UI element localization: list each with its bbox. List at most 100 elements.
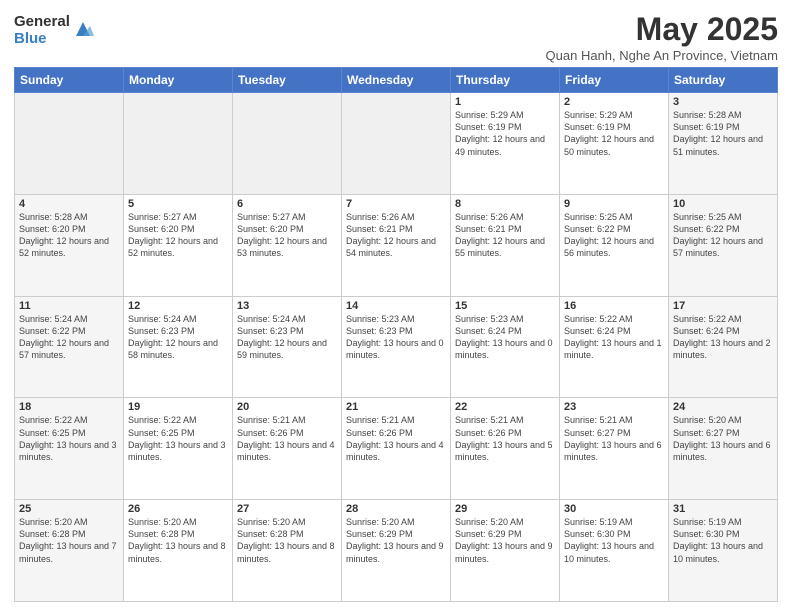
day-number: 17 xyxy=(673,300,773,312)
subtitle: Quan Hanh, Nghe An Province, Vietnam xyxy=(546,48,778,63)
table-row: 29Sunrise: 5:20 AMSunset: 6:29 PMDayligh… xyxy=(451,500,560,602)
day-number: 15 xyxy=(455,300,555,312)
table-row: 12Sunrise: 5:24 AMSunset: 6:23 PMDayligh… xyxy=(124,296,233,398)
calendar-week-row: 4Sunrise: 5:28 AMSunset: 6:20 PMDaylight… xyxy=(15,194,778,296)
day-number: 31 xyxy=(673,503,773,515)
day-info: Sunrise: 5:25 AMSunset: 6:22 PMDaylight:… xyxy=(564,211,664,260)
day-info: Sunrise: 5:19 AMSunset: 6:30 PMDaylight:… xyxy=(564,516,664,565)
day-number: 21 xyxy=(346,401,446,413)
day-info: Sunrise: 5:22 AMSunset: 6:24 PMDaylight:… xyxy=(564,313,664,362)
col-tuesday: Tuesday xyxy=(233,68,342,93)
logo-general: General xyxy=(14,14,70,31)
day-number: 26 xyxy=(128,503,228,515)
title-block: May 2025 Quan Hanh, Nghe An Province, Vi… xyxy=(546,12,778,63)
table-row: 28Sunrise: 5:20 AMSunset: 6:29 PMDayligh… xyxy=(342,500,451,602)
table-row: 2Sunrise: 5:29 AMSunset: 6:19 PMDaylight… xyxy=(560,93,669,195)
col-thursday: Thursday xyxy=(451,68,560,93)
table-row: 22Sunrise: 5:21 AMSunset: 6:26 PMDayligh… xyxy=(451,398,560,500)
table-row xyxy=(15,93,124,195)
day-info: Sunrise: 5:21 AMSunset: 6:27 PMDaylight:… xyxy=(564,414,664,463)
logo-blue: Blue xyxy=(14,31,70,48)
col-friday: Friday xyxy=(560,68,669,93)
day-info: Sunrise: 5:29 AMSunset: 6:19 PMDaylight:… xyxy=(564,109,664,158)
day-number: 20 xyxy=(237,401,337,413)
table-row: 1Sunrise: 5:29 AMSunset: 6:19 PMDaylight… xyxy=(451,93,560,195)
logo: General Blue xyxy=(14,14,94,47)
day-number: 25 xyxy=(19,503,119,515)
day-number: 23 xyxy=(564,401,664,413)
table-row xyxy=(124,93,233,195)
table-row: 8Sunrise: 5:26 AMSunset: 6:21 PMDaylight… xyxy=(451,194,560,296)
table-row xyxy=(342,93,451,195)
day-number: 11 xyxy=(19,300,119,312)
page: General Blue May 2025 Quan Hanh, Nghe An… xyxy=(0,0,792,612)
day-number: 18 xyxy=(19,401,119,413)
col-sunday: Sunday xyxy=(15,68,124,93)
table-row: 27Sunrise: 5:20 AMSunset: 6:28 PMDayligh… xyxy=(233,500,342,602)
logo-icon xyxy=(72,18,94,40)
day-number: 22 xyxy=(455,401,555,413)
day-info: Sunrise: 5:22 AMSunset: 6:24 PMDaylight:… xyxy=(673,313,773,362)
calendar-week-row: 11Sunrise: 5:24 AMSunset: 6:22 PMDayligh… xyxy=(15,296,778,398)
day-info: Sunrise: 5:21 AMSunset: 6:26 PMDaylight:… xyxy=(346,414,446,463)
day-info: Sunrise: 5:24 AMSunset: 6:23 PMDaylight:… xyxy=(237,313,337,362)
day-info: Sunrise: 5:24 AMSunset: 6:22 PMDaylight:… xyxy=(19,313,119,362)
table-row: 16Sunrise: 5:22 AMSunset: 6:24 PMDayligh… xyxy=(560,296,669,398)
table-row: 9Sunrise: 5:25 AMSunset: 6:22 PMDaylight… xyxy=(560,194,669,296)
day-info: Sunrise: 5:23 AMSunset: 6:23 PMDaylight:… xyxy=(346,313,446,362)
day-number: 14 xyxy=(346,300,446,312)
day-info: Sunrise: 5:29 AMSunset: 6:19 PMDaylight:… xyxy=(455,109,555,158)
day-number: 8 xyxy=(455,198,555,210)
day-info: Sunrise: 5:21 AMSunset: 6:26 PMDaylight:… xyxy=(455,414,555,463)
table-row: 6Sunrise: 5:27 AMSunset: 6:20 PMDaylight… xyxy=(233,194,342,296)
calendar-week-row: 1Sunrise: 5:29 AMSunset: 6:19 PMDaylight… xyxy=(15,93,778,195)
table-row: 24Sunrise: 5:20 AMSunset: 6:27 PMDayligh… xyxy=(669,398,778,500)
table-row: 3Sunrise: 5:28 AMSunset: 6:19 PMDaylight… xyxy=(669,93,778,195)
day-number: 7 xyxy=(346,198,446,210)
day-info: Sunrise: 5:20 AMSunset: 6:29 PMDaylight:… xyxy=(346,516,446,565)
day-number: 19 xyxy=(128,401,228,413)
table-row: 5Sunrise: 5:27 AMSunset: 6:20 PMDaylight… xyxy=(124,194,233,296)
day-info: Sunrise: 5:23 AMSunset: 6:24 PMDaylight:… xyxy=(455,313,555,362)
day-info: Sunrise: 5:28 AMSunset: 6:20 PMDaylight:… xyxy=(19,211,119,260)
header: General Blue May 2025 Quan Hanh, Nghe An… xyxy=(14,12,778,63)
table-row: 10Sunrise: 5:25 AMSunset: 6:22 PMDayligh… xyxy=(669,194,778,296)
day-info: Sunrise: 5:20 AMSunset: 6:28 PMDaylight:… xyxy=(19,516,119,565)
day-number: 5 xyxy=(128,198,228,210)
day-info: Sunrise: 5:26 AMSunset: 6:21 PMDaylight:… xyxy=(455,211,555,260)
main-title: May 2025 xyxy=(546,12,778,47)
day-info: Sunrise: 5:22 AMSunset: 6:25 PMDaylight:… xyxy=(128,414,228,463)
day-info: Sunrise: 5:22 AMSunset: 6:25 PMDaylight:… xyxy=(19,414,119,463)
table-row: 18Sunrise: 5:22 AMSunset: 6:25 PMDayligh… xyxy=(15,398,124,500)
calendar-table: Sunday Monday Tuesday Wednesday Thursday… xyxy=(14,67,778,602)
day-number: 28 xyxy=(346,503,446,515)
table-row: 21Sunrise: 5:21 AMSunset: 6:26 PMDayligh… xyxy=(342,398,451,500)
day-number: 9 xyxy=(564,198,664,210)
col-monday: Monday xyxy=(124,68,233,93)
table-row: 11Sunrise: 5:24 AMSunset: 6:22 PMDayligh… xyxy=(15,296,124,398)
day-info: Sunrise: 5:27 AMSunset: 6:20 PMDaylight:… xyxy=(237,211,337,260)
table-row: 4Sunrise: 5:28 AMSunset: 6:20 PMDaylight… xyxy=(15,194,124,296)
day-number: 12 xyxy=(128,300,228,312)
day-number: 3 xyxy=(673,96,773,108)
table-row: 23Sunrise: 5:21 AMSunset: 6:27 PMDayligh… xyxy=(560,398,669,500)
table-row: 14Sunrise: 5:23 AMSunset: 6:23 PMDayligh… xyxy=(342,296,451,398)
day-number: 13 xyxy=(237,300,337,312)
day-info: Sunrise: 5:27 AMSunset: 6:20 PMDaylight:… xyxy=(128,211,228,260)
day-number: 1 xyxy=(455,96,555,108)
table-row: 19Sunrise: 5:22 AMSunset: 6:25 PMDayligh… xyxy=(124,398,233,500)
day-info: Sunrise: 5:24 AMSunset: 6:23 PMDaylight:… xyxy=(128,313,228,362)
table-row: 7Sunrise: 5:26 AMSunset: 6:21 PMDaylight… xyxy=(342,194,451,296)
day-info: Sunrise: 5:20 AMSunset: 6:28 PMDaylight:… xyxy=(237,516,337,565)
day-info: Sunrise: 5:20 AMSunset: 6:27 PMDaylight:… xyxy=(673,414,773,463)
day-info: Sunrise: 5:21 AMSunset: 6:26 PMDaylight:… xyxy=(237,414,337,463)
day-number: 2 xyxy=(564,96,664,108)
table-row: 17Sunrise: 5:22 AMSunset: 6:24 PMDayligh… xyxy=(669,296,778,398)
calendar-week-row: 25Sunrise: 5:20 AMSunset: 6:28 PMDayligh… xyxy=(15,500,778,602)
day-info: Sunrise: 5:20 AMSunset: 6:29 PMDaylight:… xyxy=(455,516,555,565)
day-number: 24 xyxy=(673,401,773,413)
day-number: 10 xyxy=(673,198,773,210)
day-number: 16 xyxy=(564,300,664,312)
table-row: 20Sunrise: 5:21 AMSunset: 6:26 PMDayligh… xyxy=(233,398,342,500)
day-number: 27 xyxy=(237,503,337,515)
